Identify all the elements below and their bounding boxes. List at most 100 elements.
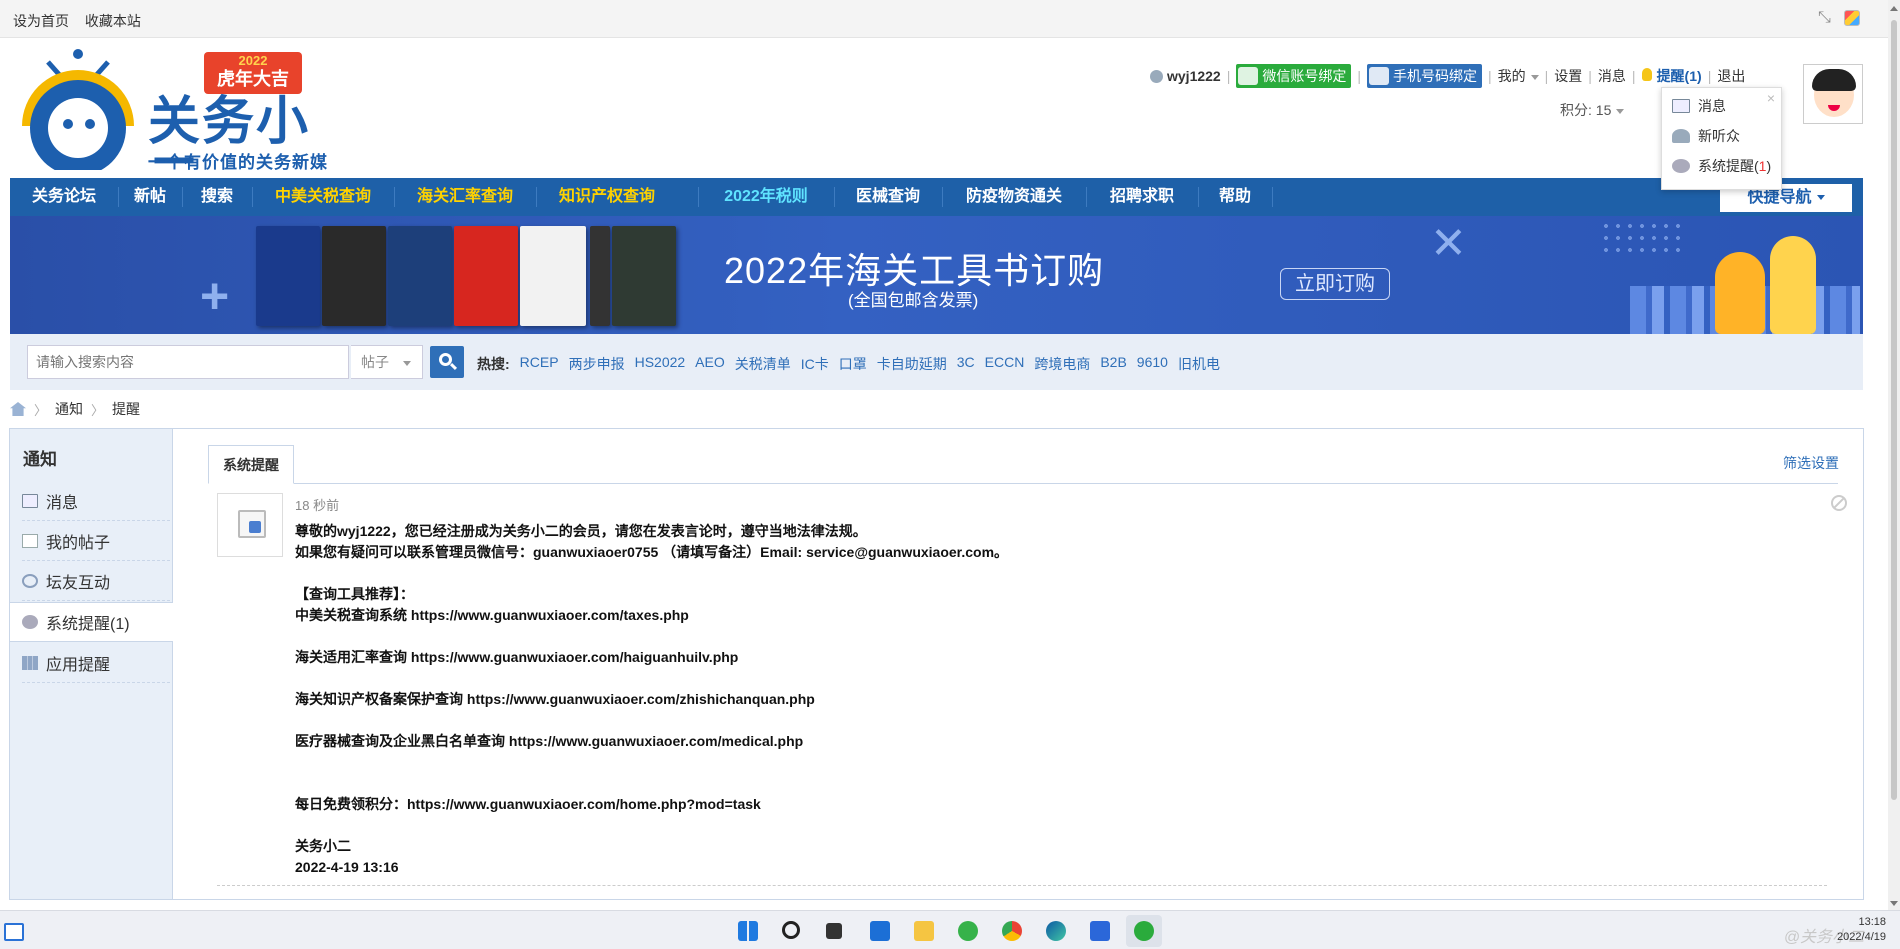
browser-360-icon[interactable] [950,915,986,947]
divider [217,885,1827,886]
notice-link-line[interactable]: 每日免费领积分：https://www.guanwuxiaoer.com/hom… [295,794,1008,815]
nav-item-medical[interactable]: 医械查询 [834,178,942,216]
nav-item-epidemic[interactable]: 防疫物资通关 [942,178,1086,216]
notice-line [295,752,1008,773]
mail-icon[interactable] [862,915,898,947]
close-icon[interactable]: × [1767,90,1775,106]
dropdown-item-system-reminder[interactable]: 系统提醒(1) [1672,156,1771,176]
edge-icon[interactable] [1038,915,1074,947]
folder-icon[interactable] [906,915,942,947]
task-view-icon[interactable] [818,915,854,947]
phone-bind-button[interactable]: 手机号码绑定 [1367,64,1482,88]
phone-icon [1369,67,1389,85]
separator: | [1631,68,1636,84]
my-menu[interactable]: 我的 [1498,66,1539,86]
hot-keyword[interactable]: RCEP [520,354,559,374]
hot-keyword[interactable]: 3C [957,354,975,374]
scroll-up-icon[interactable] [1890,6,1898,11]
widgets-icon[interactable] [4,923,24,941]
nav-item-jobs[interactable]: 招聘求职 [1086,178,1198,216]
recycle-icon [22,573,38,588]
username-link[interactable]: wyj1222 [1167,68,1221,84]
sidebar-item-label: 坛友互动 [46,574,111,592]
sidebar-item-app-reminder[interactable]: 应用提醒 [22,643,170,683]
favorite-link[interactable]: 收藏本站 [85,13,141,29]
hot-keyword[interactable]: AEO [695,354,725,374]
dropdown-item-messages[interactable]: 消息 [1672,96,1726,116]
promo-banner[interactable]: + ✕ 2022年海关工具书订购 (全国包邮含发票) 立即订购 [10,216,1863,334]
hot-keyword[interactable]: IC卡 [801,354,829,374]
settings-link[interactable]: 设置 [1554,66,1582,86]
logout-link[interactable]: 退出 [1717,66,1745,86]
search-type-select[interactable]: 帖子 [351,345,423,379]
reminders-link[interactable]: 提醒(1) [1641,66,1702,86]
set-home-link[interactable]: 设为首页 [13,13,69,29]
theme-icon[interactable] [1844,10,1860,26]
badge-text: 虎年大吉 [217,69,289,89]
scroll-down-icon[interactable] [1890,901,1898,906]
messages-link[interactable]: 消息 [1598,66,1626,86]
breadcrumb-notice[interactable]: 通知 [55,399,83,419]
hot-keyword[interactable]: 9610 [1137,354,1168,374]
notice-link-line[interactable]: 中美关税查询系统 https://www.guanwuxiaoer.com/ta… [295,605,1008,626]
clock-time: 13:18 [1858,916,1886,928]
sidebar-item-my-posts[interactable]: 我的帖子 [22,521,170,561]
hot-keyword[interactable]: 口罩 [839,354,867,374]
hot-keyword[interactable]: 关税清单 [735,354,791,374]
top-bar: 设为首页 收藏本站 ⤡ [0,0,1888,38]
nav-item-forum[interactable]: 关务论坛 [10,178,118,216]
chrome-icon[interactable] [994,915,1030,947]
nav-item-new-posts[interactable]: 新帖 [118,178,182,216]
breadcrumb-reminder[interactable]: 提醒 [112,399,140,419]
notice-link-line[interactable]: 海关知识产权备案保护查询 https://www.guanwuxiaoer.co… [295,689,1008,710]
sidebar-item-messages[interactable]: 消息 [22,481,170,521]
hot-keyword[interactable]: 旧机电 [1178,354,1220,374]
notice-line: 如果您有疑问可以联系管理员微信号：guanwuxiaoer0755 （请填写备注… [295,544,1009,560]
sidebar-item-system-reminder[interactable]: 系统提醒(1) [10,602,173,642]
hot-keyword[interactable]: HS2022 [635,354,686,374]
nav-item-exchange-rate[interactable]: 海关汇率查询 [394,178,536,216]
dropdown-item-new-listener[interactable]: 新听众 [1672,126,1740,146]
wechat-icon[interactable] [1126,915,1162,947]
reminder-count: 1 [1758,158,1767,174]
credits[interactable]: 积分: 15 [1560,100,1625,120]
search-input[interactable] [27,345,349,379]
nav-item-tariff-query[interactable]: 中美关税查询 [252,178,394,216]
search-button[interactable] [430,346,464,378]
notice-line [295,626,1008,647]
start-icon[interactable] [730,915,766,947]
nav-item-help[interactable]: 帮助 [1198,178,1272,216]
vertical-scrollbar[interactable] [1888,0,1900,910]
clock[interactable]: 13:18 2022/4/19 [1837,915,1886,945]
shrink-icon[interactable]: ⤡ [1818,10,1834,26]
phone-bind-label: 手机号码绑定 [1393,68,1477,84]
site-logo[interactable]: 2022 虎年大吉 关务小二 一个有价值的关务新媒体 [8,48,340,206]
hot-keyword[interactable]: ECCN [985,354,1025,374]
filter-settings-link[interactable]: 筛选设置 [1783,453,1839,473]
nav-item-search[interactable]: 搜索 [182,178,252,216]
search-icon[interactable] [774,915,810,947]
hot-keyword[interactable]: 两步申报 [569,354,625,374]
ignore-icon[interactable] [1831,495,1847,511]
notice-line [295,563,1008,584]
tab-system-reminder[interactable]: 系统提醒 [208,445,294,484]
breadcrumb-separator: 〉 [91,402,105,418]
avatar[interactable] [1803,64,1863,124]
wechat-bind-button[interactable]: 微信账号绑定 [1236,64,1352,88]
order-button[interactable]: 立即订购 [1280,268,1390,300]
wps-icon[interactable] [1082,915,1118,947]
hot-keyword[interactable]: 跨境电商 [1034,354,1090,374]
nav-item-ip-query[interactable]: 知识产权查询 [536,178,678,216]
hot-keyword[interactable]: B2B [1100,354,1126,374]
notice-link-line[interactable]: 医疗器械查询及企业黑白名单查询 https://www.guanwuxiaoer… [295,731,1008,752]
user-icon [1672,129,1690,143]
my-menu-label: 我的 [1497,68,1526,84]
scroll-thumb[interactable] [1891,20,1897,800]
sidebar-item-interaction[interactable]: 坛友互动 [22,561,170,601]
user-bar: wyj1222 | 微信账号绑定 | 手机号码绑定 | 我的 | 设置 | 消息… [1150,64,1745,88]
hot-keyword[interactable]: 卡自助延期 [877,354,947,374]
nav-item-tariff-2022[interactable]: 2022年税则 [698,178,834,216]
home-icon[interactable] [10,402,26,416]
top-links: 设为首页 收藏本站 [13,11,153,31]
notice-link-line[interactable]: 海关适用汇率查询 https://www.guanwuxiaoer.com/ha… [295,647,1008,668]
